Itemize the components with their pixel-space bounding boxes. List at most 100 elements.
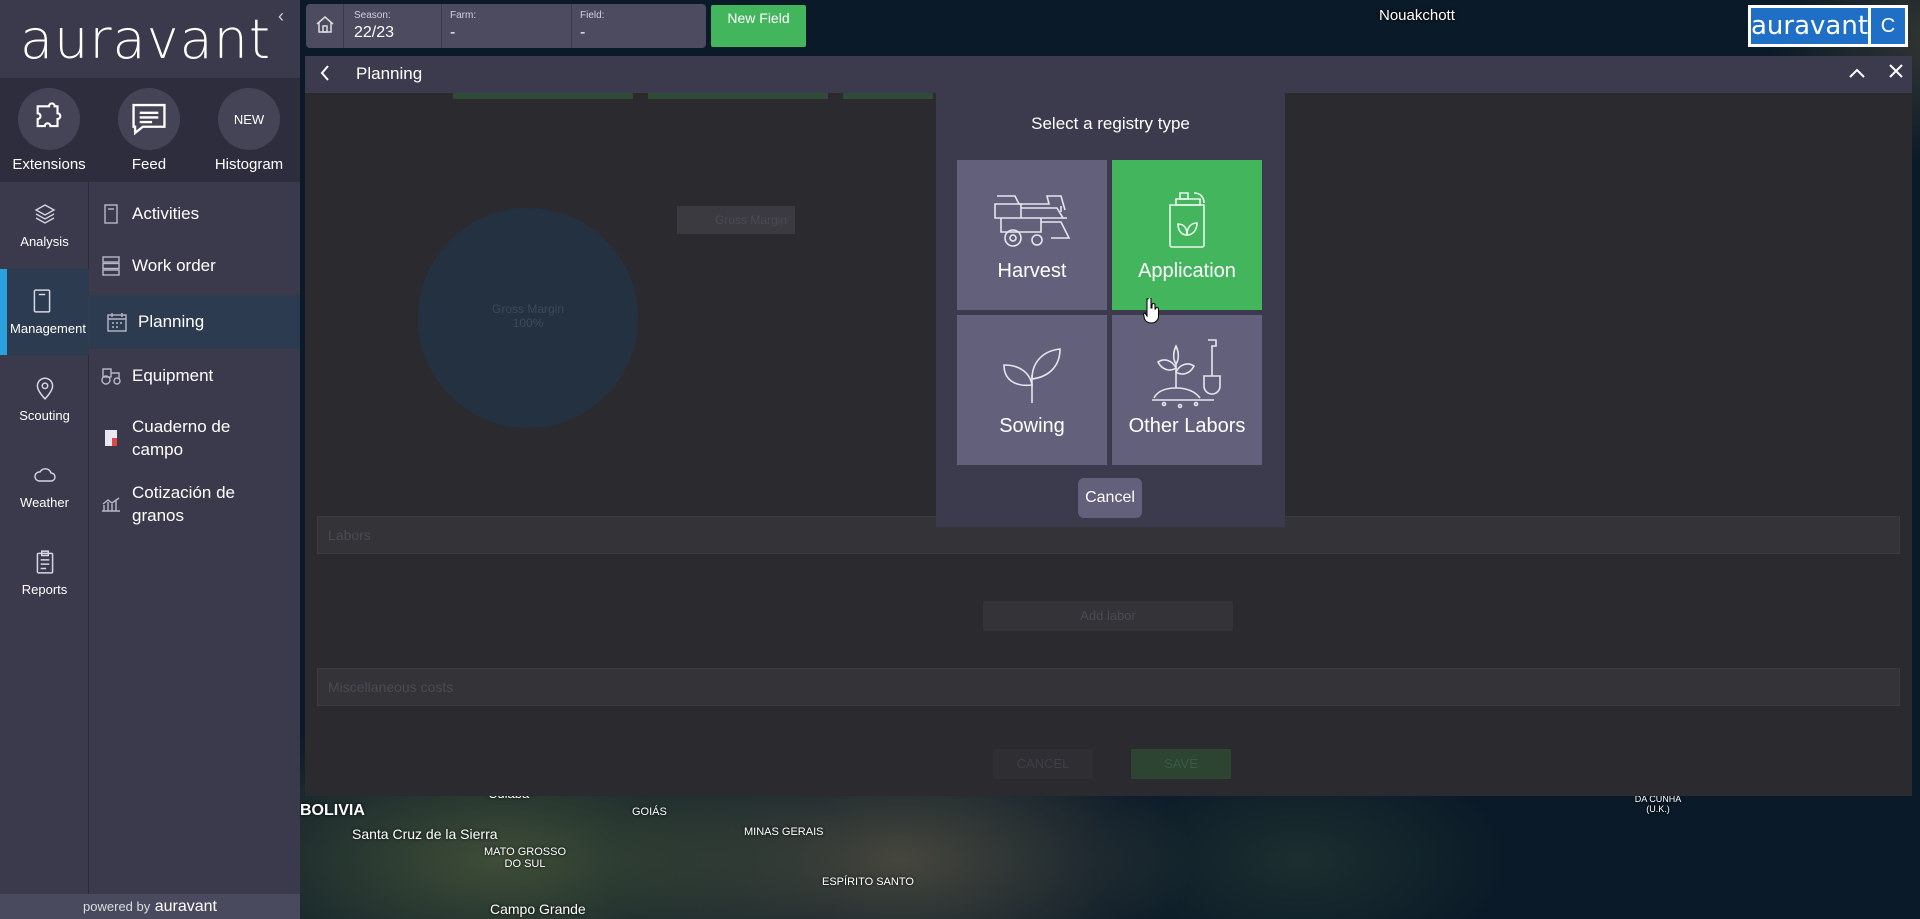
map-label-minas: MINAS GERAIS: [744, 826, 824, 838]
submenu-cuaderno-label: Cuaderno de campo: [132, 417, 231, 459]
bg-legend: Gross Margin: [677, 206, 795, 234]
submenu-cotizacion-label: Cotización de granos: [132, 483, 236, 525]
nav-weather-label: Weather: [20, 495, 69, 510]
app-logo: auravant: [20, 8, 272, 71]
sprout-icon: [1000, 345, 1064, 405]
nav-analysis-label: Analysis: [20, 234, 69, 249]
nav-analysis[interactable]: Analysis: [0, 182, 89, 268]
nav-scouting[interactable]: Scouting: [0, 356, 89, 442]
tractor-icon: [90, 367, 132, 385]
nav-management-label: Management: [10, 321, 86, 336]
new-badge: NEW: [218, 88, 280, 150]
option-other-labors-label: Other Labors: [1128, 415, 1246, 437]
field-title: Field:: [580, 10, 605, 21]
field-selector[interactable]: Field: -: [572, 4, 706, 48]
nav-management[interactable]: Management: [0, 269, 89, 355]
map-label-nouakchott: Nouakchott: [1379, 7, 1455, 24]
season-title: Season:: [354, 10, 391, 21]
option-other-labors[interactable]: Other Labors: [1112, 315, 1262, 465]
farm-selector[interactable]: Farm: -: [442, 4, 572, 48]
logo-area: auravant ‹: [0, 0, 300, 78]
sidebar: auravant ‹ Extensions Feed NEW Histogram: [0, 0, 300, 919]
option-application-label: Application: [1138, 260, 1236, 282]
minimize-icon[interactable]: [1848, 63, 1866, 84]
bg-add-labor: Add labor: [983, 601, 1233, 631]
management-submenu: Activities Work order Planning Equipment…: [90, 182, 300, 894]
farm-title: Farm:: [450, 10, 477, 21]
document-icon: [90, 204, 132, 224]
chart-icon: [90, 496, 132, 512]
dialog-title: Select a registry type: [1031, 114, 1190, 133]
submenu-work-order-label: Work order: [132, 256, 216, 275]
submenu-work-order[interactable]: Work order: [90, 250, 300, 282]
map-label-santa-cruz: Santa Cruz de la Sierra: [352, 826, 498, 842]
mouse-cursor-icon: [1142, 297, 1159, 329]
bg-cancel: CANCEL: [993, 749, 1093, 779]
submenu-equipment[interactable]: Equipment: [90, 360, 300, 392]
nav-reports[interactable]: Reports: [0, 530, 89, 616]
puzzle-icon: [18, 88, 80, 150]
home-icon: [315, 15, 335, 38]
map-label-espirito: ESPÍRITO SANTO: [822, 876, 914, 888]
submenu-cuaderno[interactable]: Cuaderno de campo: [90, 414, 300, 462]
main-nav-rail: Analysis Management Scouting Weather Rep…: [0, 182, 89, 919]
extensions-button[interactable]: Extensions: [4, 88, 94, 173]
map-label-mato-grosso: MATO GROSSO DO SUL: [483, 846, 567, 870]
submenu-planning-label: Planning: [138, 312, 205, 331]
clipboard-icon: [31, 548, 59, 576]
map-label-da-cunha: DA CUNHA (U.K.): [1634, 794, 1682, 814]
map-label-campo-grande: Campo Grande: [490, 901, 586, 917]
context-selector-bar: Season: 22/23 Farm: - Field: -: [306, 4, 706, 48]
bg-tab-3: [843, 93, 933, 99]
cloud-icon: [31, 461, 59, 489]
submenu-planning[interactable]: Planning: [90, 295, 300, 349]
bg-pie-label: Gross Margin 100%: [418, 302, 638, 330]
panel-title: Planning: [356, 64, 423, 83]
new-badge-text: NEW: [233, 111, 265, 127]
back-icon[interactable]: [319, 64, 331, 87]
field-value: -: [580, 24, 586, 41]
cancel-button[interactable]: Cancel: [1078, 478, 1142, 518]
powered-by-footer: powered by auravant: [0, 894, 300, 919]
submenu-cotizacion[interactable]: Cotización de granos: [90, 480, 300, 528]
option-harvest[interactable]: Harvest: [957, 160, 1107, 310]
submenu-activities-label: Activities: [132, 204, 200, 223]
option-sowing[interactable]: Sowing: [957, 315, 1107, 465]
shovel-plant-icon: [1150, 339, 1224, 409]
home-button[interactable]: [306, 4, 344, 48]
bg-misc-bar: Miscellaneous costs: [317, 668, 1900, 706]
harvester-icon: [991, 190, 1073, 250]
bg-pie-value: 100%: [512, 316, 544, 330]
server-icon: [90, 256, 132, 276]
season-selector[interactable]: Season: 22/23: [346, 4, 442, 48]
notebook-icon: [28, 287, 56, 315]
close-icon[interactable]: [1888, 63, 1904, 84]
chat-icon: [118, 88, 180, 150]
partner-logo-letter: C: [1871, 8, 1905, 44]
option-application[interactable]: Application: [1112, 160, 1262, 310]
histogram-label: Histogram: [214, 156, 284, 173]
jerrycan-icon: [1162, 190, 1212, 250]
quick-actions: Extensions Feed NEW Histogram: [0, 78, 300, 182]
nav-weather[interactable]: Weather: [0, 443, 89, 529]
season-value: 22/23: [354, 24, 395, 41]
feed-button[interactable]: Feed: [104, 88, 194, 173]
bg-pie-label-text: Gross Margin: [491, 302, 565, 316]
histogram-button[interactable]: NEW Histogram: [204, 88, 294, 173]
powered-by-prefix: powered by: [83, 899, 151, 914]
partner-logo: auravant C: [1748, 5, 1908, 47]
feed-label: Feed: [131, 156, 167, 173]
new-field-button[interactable]: New Field: [711, 5, 806, 47]
submenu-equipment-label: Equipment: [132, 366, 214, 385]
bg-tab-1: [453, 93, 633, 99]
layers-icon: [31, 200, 59, 228]
panel-header: Planning: [305, 56, 1912, 93]
collapse-sidebar-icon[interactable]: ‹: [278, 6, 284, 27]
farm-value: -: [450, 24, 456, 41]
nav-reports-label: Reports: [21, 582, 68, 597]
option-sowing-label: Sowing: [999, 415, 1065, 437]
submenu-activities[interactable]: Activities: [90, 198, 300, 230]
powered-by-brand: auravant: [154, 898, 217, 915]
bg-save: SAVE: [1131, 749, 1231, 779]
option-harvest-label: Harvest: [997, 260, 1067, 282]
